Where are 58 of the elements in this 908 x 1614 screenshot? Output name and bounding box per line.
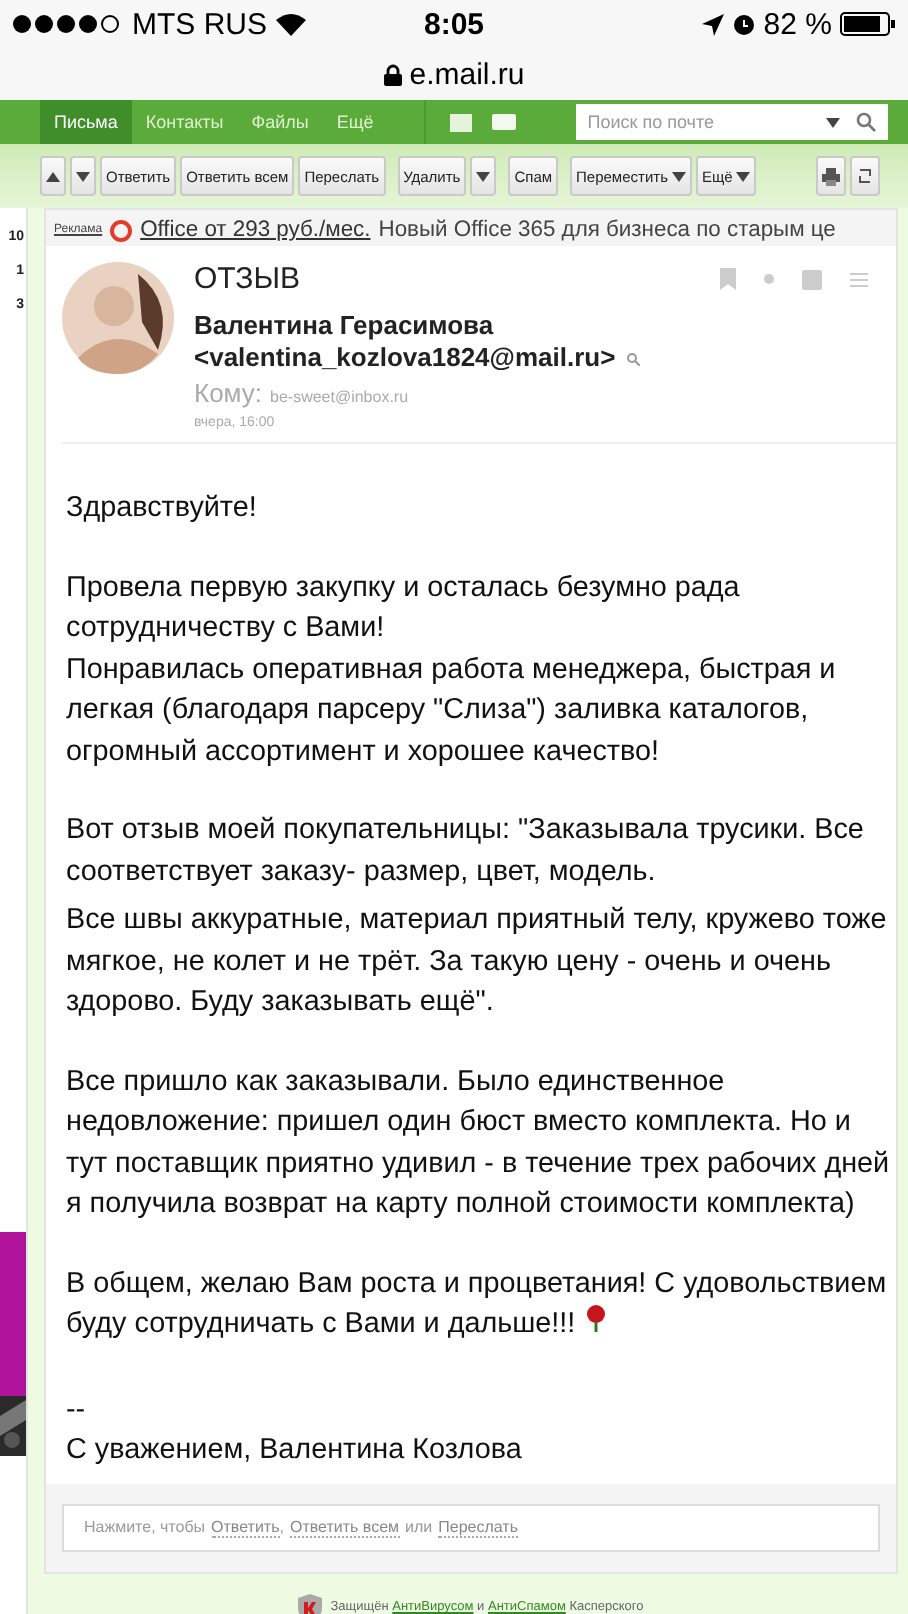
wifi-icon — [275, 13, 305, 35]
message-text: Здравствуйте! — [66, 490, 259, 528]
url-text[interactable]: e.mail.ru — [409, 57, 525, 91]
next-button[interactable] — [70, 156, 96, 196]
search-icon[interactable] — [856, 112, 876, 132]
sender-email[interactable]: <valentina_kozlova1824@mail.ru> — [194, 342, 616, 374]
message-text: Понравилась оперативная работа менеджера, быстрая и легкая (благодаря парсеру "Слиза") заливка каталогов, огромный ассортимент и хорошее качество! — [66, 651, 838, 771]
print-button[interactable] — [816, 156, 846, 196]
clock-time: 8:05 — [423, 7, 485, 41]
reply-link[interactable]: Переслать — [438, 1517, 518, 1537]
message-text: Все пришло как заказывали. Было единственное недовложение: пришел один бюст вместо комплекта. Но и тут поставщик приятно удивил - в течение трех рабочих дней я получила возврат на карту полной стоимости комплекта) — [66, 1063, 892, 1224]
reply-field[interactable]: Нажмите, чтобы Ответить, Ответить всем или Переслать — [62, 1503, 880, 1551]
caret-icon — [476, 171, 491, 181]
rose-icon — [583, 1304, 608, 1332]
nav-tab[interactable]: Письма — [40, 100, 132, 144]
caret-icon — [76, 171, 90, 181]
lock-icon — [383, 63, 402, 85]
signal-icon — [12, 14, 124, 34]
battery-icon — [840, 12, 896, 36]
caret-icon — [826, 117, 840, 127]
message-text: -- — [66, 1391, 88, 1429]
nav-tab[interactable]: Контакты — [131, 100, 238, 144]
message-subject: ОТЗЫВ — [194, 262, 303, 296]
recipient-address: be-sweet@inbox.ru — [270, 388, 409, 406]
message-text: Провела первую закупку и осталась безумно рада сотрудничеству с Вами! — [66, 569, 742, 648]
caret-icon — [671, 171, 686, 181]
caret-icon — [736, 171, 751, 181]
message-text: С уважением, Валентина Козлова — [66, 1432, 524, 1470]
location-icon — [701, 13, 724, 35]
message-text: Все швы аккуратные, материал приятный телу, кружево тоже мягкое, не колет и не трёт. За такую цену - очень и очень здорово. Буду заказывать ещё". — [66, 902, 889, 1022]
previous-button[interactable] — [40, 156, 66, 196]
ad-text: Новый Office 365 для бизнеса по старым це — [378, 218, 836, 242]
reply-hint-text: Нажмите, чтобы — [84, 1518, 206, 1536]
reply-link[interactable]: Ответить — [211, 1517, 280, 1537]
message-text: Вот отзыв моей покупательницы: "Заказывала трусики. Все соответствует заказу- размер, цвет, модель. — [66, 812, 866, 891]
printer-icon — [822, 167, 840, 185]
nav-tab[interactable]: Файлы — [237, 100, 323, 144]
ad-link[interactable]: Office от 293 руб./мес. — [140, 218, 371, 242]
reply-link[interactable]: Ответить всем — [289, 1517, 400, 1537]
bookmark-icon[interactable] — [720, 268, 736, 290]
dot-icon[interactable] — [764, 274, 774, 284]
message-text: В общем, желаю Вам роста и процветания! С удовольствием буду сотрудничать с Вами и дальше!!! — [66, 1265, 889, 1344]
reply-hint-text: или — [405, 1518, 433, 1536]
dropdown-button[interactable] — [470, 156, 497, 196]
avatar — [62, 262, 174, 374]
menu-icon[interactable] — [850, 271, 868, 287]
sender-name: Валентина Герасимова — [194, 310, 496, 342]
refresh-button[interactable] — [850, 156, 880, 196]
search-field[interactable]: Поиск по почте — [575, 104, 888, 140]
reply-hint-text: , — [279, 1518, 284, 1536]
to-label: Кому: — [194, 378, 262, 408]
search-icon[interactable] — [625, 351, 640, 365]
nav-tab[interactable]: Ещё — [322, 100, 388, 144]
battery-percent: 82 % — [763, 7, 832, 41]
up-arrow-icon — [46, 171, 60, 181]
shield-icon — [298, 1593, 323, 1614]
carrier-name: MTS RUS — [132, 7, 267, 41]
alarm-icon — [731, 12, 756, 36]
